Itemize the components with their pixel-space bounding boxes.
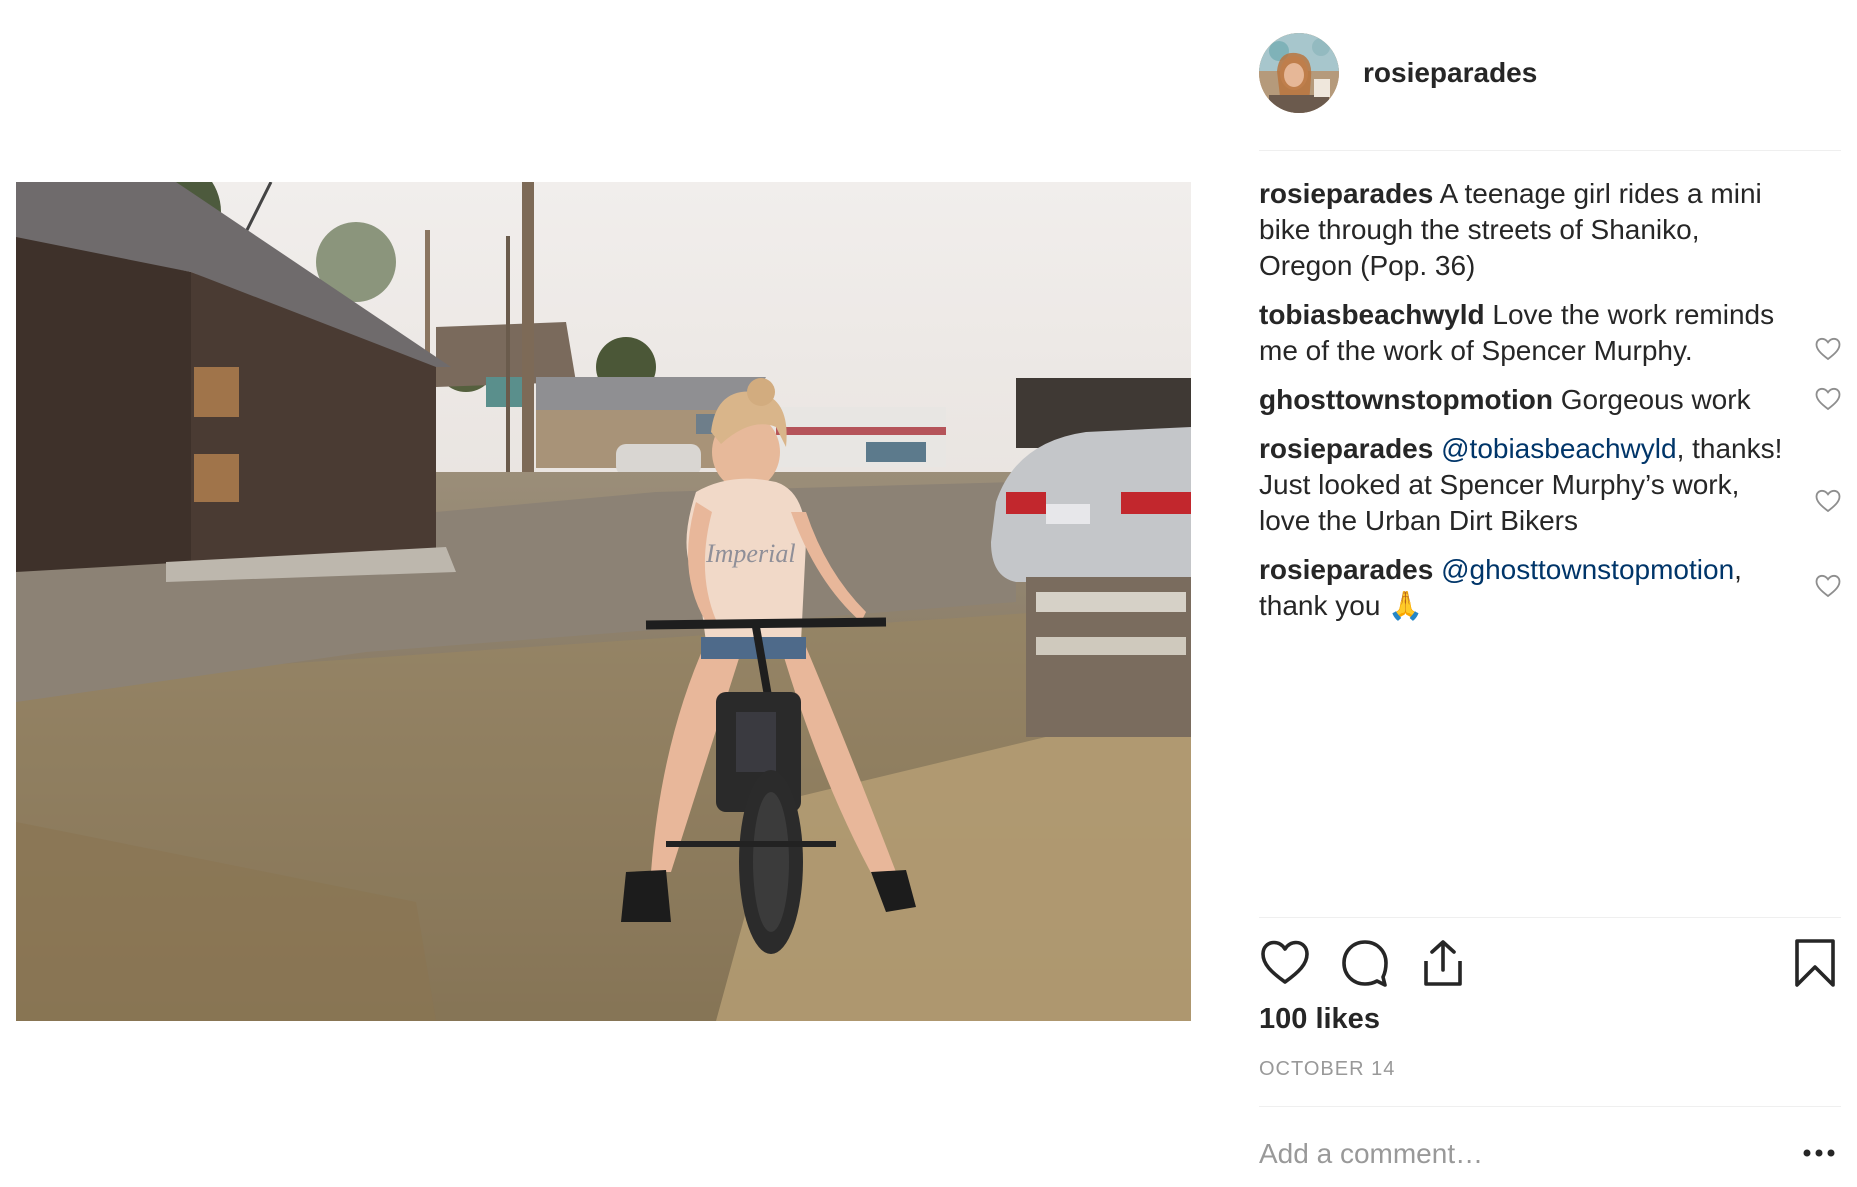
comment-item: ghosttownstopmotion Gorgeous work (1259, 382, 1841, 418)
comments-list: rosieparades A teenage girl rides a mini… (1259, 176, 1841, 637)
bookmark-icon[interactable] (1789, 937, 1841, 989)
comment-item: rosieparades @tobiasbeachwyld, thanks! J… (1259, 431, 1841, 539)
comment-username[interactable]: rosieparades (1259, 433, 1433, 464)
ellipsis-icon[interactable] (1802, 1143, 1836, 1163)
share-upload-icon[interactable] (1417, 937, 1469, 989)
svg-text:Imperial: Imperial (705, 539, 796, 568)
avatar[interactable] (1259, 33, 1339, 113)
comment-text: Gorgeous work (1560, 384, 1751, 415)
post-photo-image: Imperial (16, 182, 1191, 1021)
comment-username[interactable]: rosieparades (1259, 554, 1433, 585)
header-divider (1259, 150, 1841, 151)
avatar-image (1259, 33, 1339, 113)
post-header: rosieparades (1259, 33, 1537, 113)
comment-like-heart-icon[interactable] (1815, 489, 1841, 513)
comment-bubble-icon[interactable] (1339, 937, 1391, 989)
caption-username[interactable]: rosieparades (1259, 178, 1433, 209)
comment-like-heart-icon[interactable] (1815, 574, 1841, 598)
comment-mention-link[interactable]: @tobiasbeachwyld (1441, 433, 1676, 464)
post-photo[interactable]: Imperial (16, 182, 1191, 1021)
add-comment-input[interactable] (1259, 1134, 1799, 1174)
comment-username[interactable]: ghosttownstopmotion (1259, 384, 1553, 415)
comment-box-divider (1259, 1106, 1841, 1107)
comment-like-heart-icon[interactable] (1815, 337, 1841, 361)
comment-item: tobiasbeachwyld Love the work reminds me… (1259, 297, 1841, 369)
comment-like-heart-icon[interactable] (1815, 387, 1841, 411)
like-heart-icon[interactable] (1259, 937, 1311, 989)
actions-divider (1259, 917, 1841, 918)
comment-mention-link[interactable]: @ghosttownstopmotion (1441, 554, 1734, 585)
post-actions (1259, 937, 1841, 989)
post-date[interactable]: OCTOBER 14 (1259, 1058, 1395, 1081)
comment-item: rosieparades @ghosttownstopmotion, thank… (1259, 552, 1841, 624)
comment-username[interactable]: tobiasbeachwyld (1259, 299, 1485, 330)
post-sidebar: rosieparades rosieparades A teenage girl… (1259, 0, 1841, 1187)
caption: rosieparades A teenage girl rides a mini… (1259, 176, 1789, 284)
like-count[interactable]: 100 likes (1259, 1003, 1380, 1036)
post-author-username[interactable]: rosieparades (1363, 57, 1537, 89)
